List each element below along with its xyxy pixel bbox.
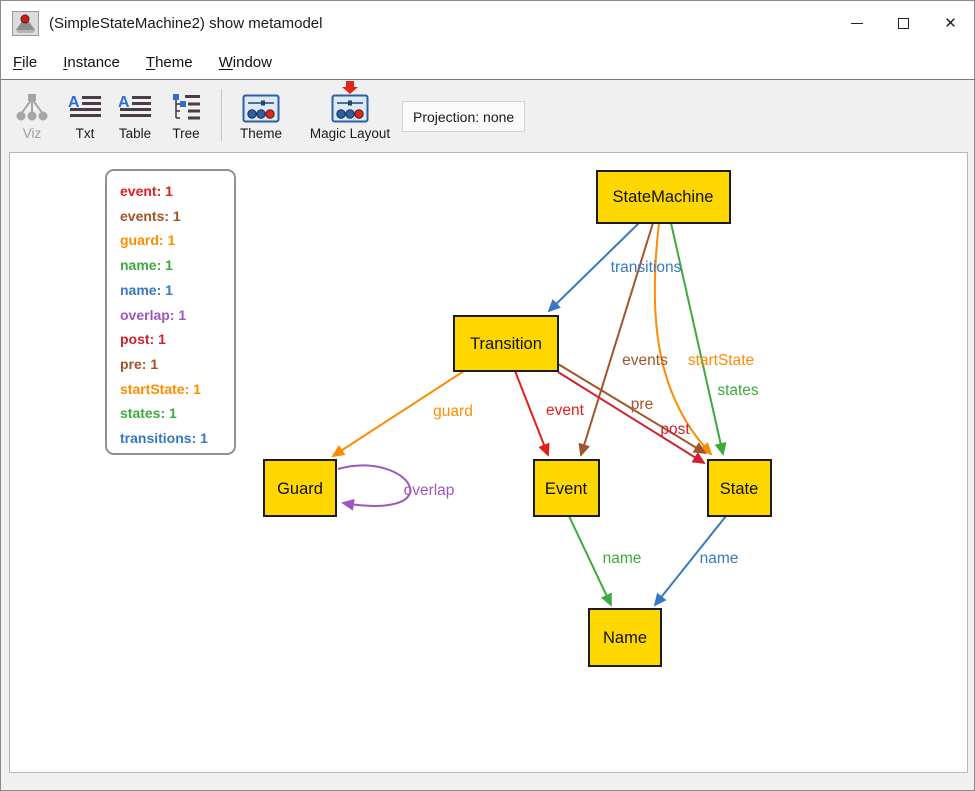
txt-icon: A	[68, 93, 102, 123]
theme-button[interactable]: Theme	[234, 87, 288, 141]
legend-item-event: event: 1	[120, 179, 234, 204]
edge-label-name-state: name	[700, 550, 739, 567]
edge-label-guard: guard	[433, 403, 473, 420]
edge-label-overlap: overlap	[404, 482, 455, 499]
viz-button-label: Viz	[23, 126, 42, 141]
projection-status[interactable]: Projection: none	[402, 101, 525, 132]
node-statemachine[interactable]: StateMachine	[597, 171, 730, 223]
content-area: event: 1events: 1guard: 1name: 1name: 1o…	[1, 152, 974, 789]
legend-item-overlap: overlap: 1	[120, 303, 234, 328]
title-bar[interactable]: (SimpleStateMachine2) show metamodel ✕	[1, 1, 974, 46]
window-title: (SimpleStateMachine2) show metamodel	[49, 15, 322, 32]
table-button[interactable]: A Table	[109, 87, 161, 141]
node-label-event: Event	[545, 480, 588, 498]
node-state[interactable]: State	[708, 460, 771, 516]
diagram-canvas: event: 1events: 1guard: 1name: 1name: 1o…	[9, 152, 968, 773]
menu-item-theme[interactable]: Theme	[146, 54, 193, 71]
legend-item-startState: startState: 1	[120, 377, 234, 402]
edge-label-transitions: transitions	[611, 259, 682, 276]
toolbar-separator	[221, 89, 222, 141]
app-icon	[12, 11, 39, 36]
toolbar: Viz A Txt A Table	[1, 80, 974, 152]
node-label-name: Name	[603, 629, 647, 647]
svg-text:A: A	[118, 94, 130, 111]
edge-startState	[655, 223, 711, 454]
viz-button[interactable]: Viz	[9, 87, 55, 141]
magic-layout-button-label: Magic Layout	[310, 126, 390, 141]
viz-graph-icon	[15, 93, 49, 123]
edge-states	[671, 223, 723, 454]
edge-events	[581, 223, 653, 455]
menu-item-instance[interactable]: Instance	[63, 54, 120, 71]
legend-item-name: name: 1	[120, 253, 234, 278]
node-event[interactable]: Event	[534, 460, 599, 516]
txt-button-label: Txt	[76, 126, 95, 141]
edge-event	[515, 371, 548, 455]
legend-item-states: states: 1	[120, 401, 234, 426]
node-label-state: State	[720, 480, 759, 498]
theme-button-label: Theme	[240, 126, 282, 141]
legend-item-transitions: transitions: 1	[120, 426, 234, 451]
menu-item-file[interactable]: File	[13, 54, 37, 71]
projection-label: Projection: none	[413, 109, 514, 125]
edge-label-name-event: name	[603, 550, 642, 567]
magic-layout-button[interactable]: Magic Layout	[302, 87, 398, 141]
tree-button[interactable]: Tree	[163, 87, 209, 141]
edge-label-event: event	[546, 402, 585, 419]
txt-button[interactable]: A Txt	[63, 87, 107, 141]
node-transition[interactable]: Transition	[454, 316, 558, 371]
minimize-button[interactable]	[833, 1, 880, 46]
maximize-button[interactable]	[880, 1, 927, 46]
node-name[interactable]: Name	[589, 609, 661, 666]
legend-item-pre: pre: 1	[120, 352, 234, 377]
edge-label-pre: pre	[631, 396, 653, 413]
tree-button-label: Tree	[172, 126, 199, 141]
theme-icon	[242, 93, 280, 123]
maximize-icon	[898, 18, 909, 29]
tree-icon	[171, 93, 201, 123]
window-controls: ✕	[833, 1, 974, 46]
node-label-guard: Guard	[277, 480, 323, 498]
legend-item-guard: guard: 1	[120, 228, 234, 253]
node-label-transition: Transition	[470, 335, 542, 353]
edge-label-events: events	[622, 352, 668, 369]
node-label-statemachine: StateMachine	[613, 188, 714, 206]
table-button-label: Table	[119, 126, 151, 141]
legend-item-events: events: 1	[120, 204, 234, 229]
magic-layout-icon	[331, 81, 369, 123]
legend-item-post: post: 1	[120, 327, 234, 352]
svg-text:A: A	[68, 94, 80, 111]
edge-label-states: states	[717, 382, 759, 399]
menubar: File Instance Theme Window	[1, 46, 974, 80]
menu-item-window[interactable]: Window	[219, 54, 272, 71]
app-window: (SimpleStateMachine2) show metamodel ✕ F…	[0, 0, 975, 791]
edge-label-post: post	[660, 421, 690, 438]
edge-label-startState: startState	[688, 352, 754, 369]
close-icon: ✕	[944, 16, 957, 31]
minimize-icon	[851, 23, 863, 24]
node-guard[interactable]: Guard	[264, 460, 336, 516]
edge-overlap	[338, 465, 410, 505]
table-icon: A	[118, 93, 152, 123]
legend-item-name: name: 1	[120, 278, 234, 303]
legend: event: 1events: 1guard: 1name: 1name: 1o…	[105, 169, 236, 455]
close-button[interactable]: ✕	[927, 1, 974, 46]
